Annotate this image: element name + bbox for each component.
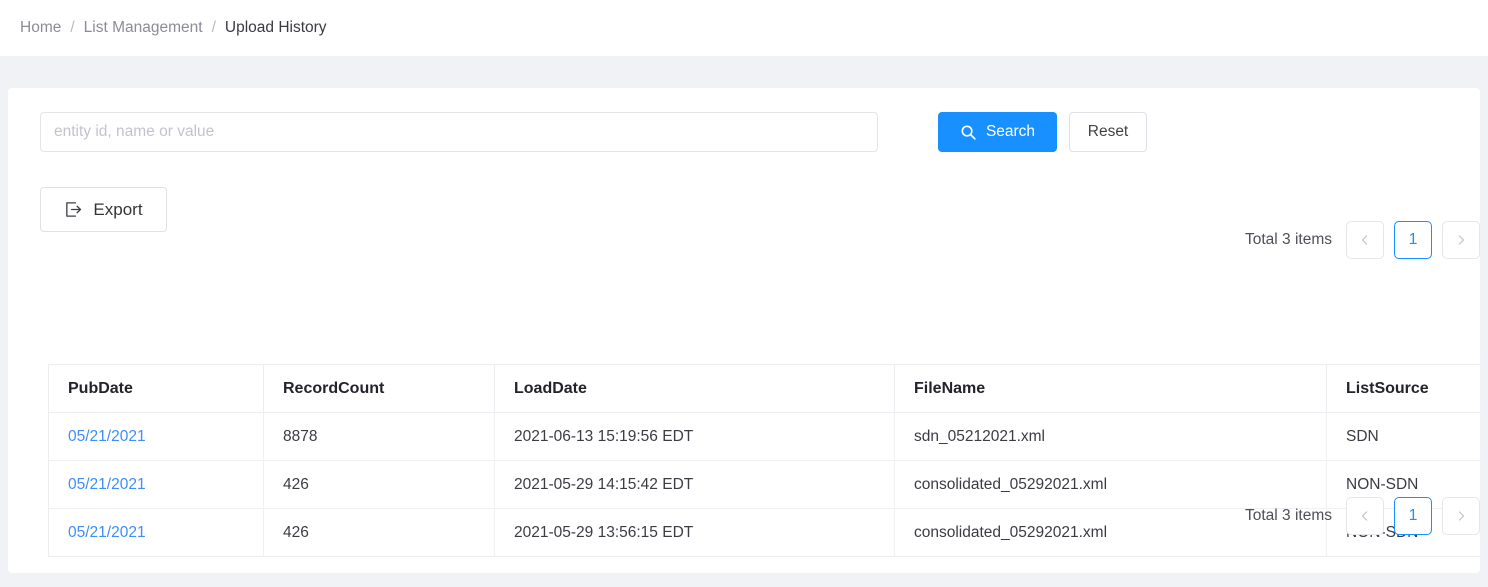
breadcrumb-separator: / [211,19,216,37]
pagination-page-number: 1 [1408,231,1418,248]
pagination-prev-button[interactable] [1346,497,1384,535]
table-header: PubDate RecordCount LoadDate FileName Li… [48,364,1480,413]
content-gap-band [0,56,1488,88]
export-icon [64,200,83,219]
table-row: 05/21/2021 8878 2021-06-13 15:19:56 EDT … [48,412,1480,461]
pagination-total-label: Total 3 items [1244,507,1332,524]
chevron-right-icon [1455,234,1467,246]
cell-loaddate: 2021-06-13 15:19:56 EDT [494,412,895,461]
breadcrumb-item-list-management[interactable]: List Management [84,20,203,36]
table-header-row: PubDate RecordCount LoadDate FileName Li… [48,364,1480,413]
cell-listsource: SDN [1326,412,1480,461]
breadcrumb-item-home[interactable]: Home [20,20,61,36]
chevron-left-icon [1359,510,1371,522]
pagination-page-1-button[interactable]: 1 [1394,221,1432,259]
pagination-next-button[interactable] [1442,497,1480,535]
pagination-total-label: Total 3 items [1244,231,1332,248]
column-header-filename: FileName [894,364,1327,413]
search-input[interactable] [40,112,878,152]
cell-pubdate: 05/21/2021 [48,412,264,461]
pubdate-link[interactable]: 05/21/2021 [68,476,146,493]
pagination-page-1-button[interactable]: 1 [1394,497,1432,535]
export-button-label: Export [93,199,143,219]
column-header-listsource: ListSource [1326,364,1480,413]
search-icon [960,124,977,141]
column-header-pubdate: PubDate [48,364,264,413]
chevron-left-icon [1359,234,1371,246]
breadcrumb-separator: / [70,19,75,37]
pagination-bottom: Total 3 items 1 [8,497,1480,535]
reset-button[interactable]: Reset [1069,112,1147,152]
breadcrumb-item-upload-history: Upload History [224,19,327,37]
pagination-page-number: 1 [1408,507,1418,524]
pagination-prev-button[interactable] [1346,221,1384,259]
pagination-next-button[interactable] [1442,221,1480,259]
content-card: Search Reset Export Total 3 items [8,88,1480,573]
search-toolbar: Search Reset [40,112,1448,152]
reset-button-label: Reset [1087,123,1129,140]
breadcrumb: Home / List Management / Upload History [20,20,327,36]
search-button-label: Search [985,123,1036,140]
column-header-loaddate: LoadDate [494,364,895,413]
cell-recordcount: 8878 [263,412,495,461]
search-button[interactable]: Search [938,112,1057,152]
pagination-top: Total 3 items 1 [8,221,1480,259]
column-header-recordcount: RecordCount [263,364,495,413]
pubdate-link[interactable]: 05/21/2021 [68,428,146,445]
top-header-bar: Home / List Management / Upload History [0,0,1488,56]
cell-filename: sdn_05212021.xml [894,412,1327,461]
chevron-right-icon [1455,510,1467,522]
